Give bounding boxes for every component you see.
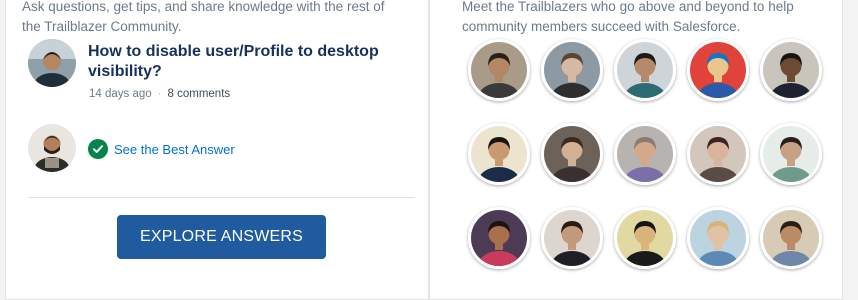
check-circle-icon <box>88 139 108 159</box>
question-meta: 14 days ago · 8 comments <box>89 88 230 100</box>
trailblazers-card: Meet the Trailblazers who go above and b… <box>429 0 843 300</box>
asker-avatar[interactable] <box>28 39 76 87</box>
questions-card: Ask questions, get tips, and share knowl… <box>5 0 429 300</box>
questions-description: Ask questions, get tips, and share knowl… <box>22 0 385 34</box>
best-answer-link[interactable]: See the Best Answer <box>88 139 235 159</box>
comment-count[interactable]: 8 comments <box>168 88 231 100</box>
trailblazer-avatar-grid <box>468 39 822 269</box>
trailblazers-description: Meet the Trailblazers who go above and b… <box>462 0 794 34</box>
trailblazer-avatar[interactable] <box>760 207 822 269</box>
divider <box>28 197 415 198</box>
asker-avatar-image <box>28 39 76 87</box>
trailblazer-avatar-image <box>544 210 600 266</box>
trailblazer-avatar[interactable] <box>541 123 603 185</box>
trailblazer-avatar[interactable] <box>614 123 676 185</box>
trailblazer-avatar[interactable] <box>468 207 530 269</box>
trailblazer-avatar[interactable] <box>687 123 749 185</box>
trailblazer-avatar[interactable] <box>614 207 676 269</box>
trailblazer-avatar-image <box>544 126 600 182</box>
trailblazer-avatar-image <box>617 210 673 266</box>
trailblazer-avatar-image <box>763 126 819 182</box>
trailblazer-avatar[interactable] <box>468 123 530 185</box>
trailblazer-avatar-image <box>763 210 819 266</box>
trailblazer-avatar[interactable] <box>687 207 749 269</box>
trailblazer-avatar-image <box>763 42 819 98</box>
answerer-avatar[interactable] <box>28 124 76 172</box>
trailblazer-avatar-image <box>617 126 673 182</box>
trailblazer-avatar-image <box>544 42 600 98</box>
trailblazer-avatar[interactable] <box>468 39 530 101</box>
trailblazer-avatar-image <box>690 210 746 266</box>
trailblazer-avatar-image <box>617 42 673 98</box>
best-answer-label: See the Best Answer <box>114 141 235 157</box>
trailblazer-avatar-image <box>690 42 746 98</box>
meta-separator: · <box>157 88 162 100</box>
question-title[interactable]: How to disable user/Profile to desktop v… <box>88 42 388 82</box>
trailblazer-avatar[interactable] <box>541 39 603 101</box>
trailblazer-avatar[interactable] <box>687 39 749 101</box>
answerer-avatar-image <box>28 124 76 172</box>
trailblazer-avatar-image <box>471 42 527 98</box>
trailblazer-avatar[interactable] <box>541 207 603 269</box>
trailblazer-avatar-image <box>471 210 527 266</box>
explore-answers-button[interactable]: EXPLORE ANSWERS <box>117 215 326 259</box>
question-age: 14 days ago <box>89 88 152 100</box>
trailblazer-avatar-image <box>471 126 527 182</box>
trailblazer-avatar[interactable] <box>760 39 822 101</box>
trailblazer-avatar-image <box>690 126 746 182</box>
trailblazer-avatar[interactable] <box>760 123 822 185</box>
trailblazer-avatar[interactable] <box>614 39 676 101</box>
